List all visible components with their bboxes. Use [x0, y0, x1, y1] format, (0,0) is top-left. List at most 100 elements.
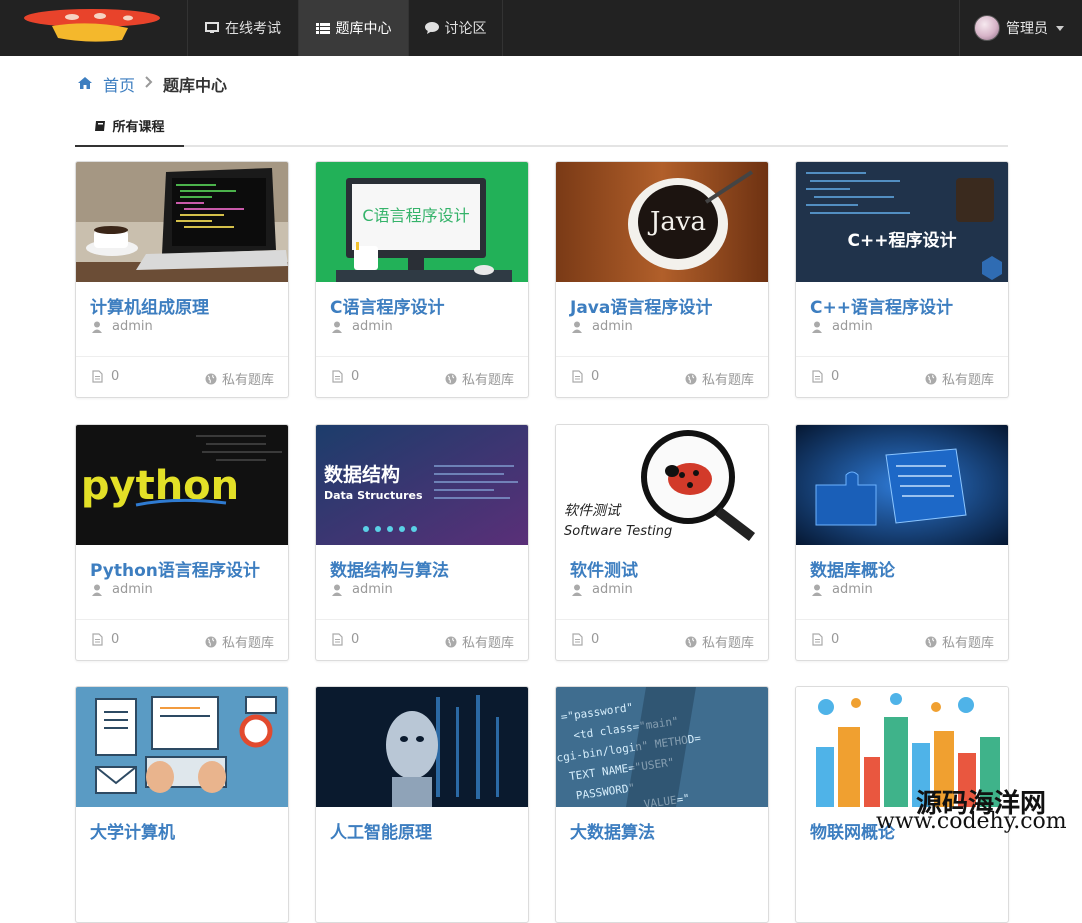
user-icon	[92, 584, 102, 596]
top-navbar: 在线考试 题库中心 讨论区 管理员	[0, 0, 1082, 56]
course-thumbnail: 软件测试 Software Testing	[556, 425, 768, 545]
user-icon	[812, 584, 822, 596]
course-author: admin	[92, 319, 153, 334]
access-label: 私有题库	[925, 369, 994, 388]
nav-item-label: 在线考试	[225, 21, 281, 37]
course-thumbnail: python	[76, 425, 288, 545]
user-name: 管理员	[1006, 21, 1048, 37]
author-name: admin	[112, 319, 153, 334]
course-card[interactable]: 大学计算机	[75, 686, 289, 923]
user-icon	[812, 321, 822, 333]
course-card[interactable]: C++程序设计 C++语言程序设计 admin 0 私有题库	[795, 161, 1009, 398]
author-name: admin	[352, 582, 393, 597]
course-thumbnail: Java	[556, 162, 768, 282]
course-card[interactable]: 数据结构 Data Structures 数据结构与算法 admin 0 私有题…	[315, 424, 529, 661]
breadcrumb: 首页 题库中心	[77, 72, 227, 96]
site-watermark: 源码海洋网 www.codehy.com	[876, 783, 1082, 839]
count-value: 0	[831, 632, 840, 647]
nav-item-forum[interactable]: 讨论区	[408, 0, 503, 56]
chat-bubble-icon	[424, 22, 439, 34]
thumb-caption: C++程序设计	[848, 230, 957, 251]
course-thumbnail	[76, 687, 288, 807]
course-title[interactable]: 大数据算法	[570, 818, 655, 843]
course-author: admin	[572, 319, 633, 334]
list-icon	[315, 22, 330, 34]
course-title[interactable]: Python语言程序设计	[90, 556, 260, 581]
question-count: 0	[812, 369, 839, 384]
access-label: 私有题库	[445, 369, 514, 388]
avatar	[974, 15, 1000, 41]
question-count: 0	[92, 369, 119, 384]
book-icon	[94, 120, 106, 132]
card-footer: 0 私有题库	[316, 619, 528, 660]
author-name: admin	[832, 582, 873, 597]
course-card[interactable]: 人工智能原理	[315, 686, 529, 923]
document-icon	[572, 370, 583, 383]
question-count: 0	[812, 632, 839, 647]
course-title[interactable]: 软件测试	[570, 556, 638, 581]
chevron-right-icon	[145, 76, 153, 92]
access-text: 私有题库	[941, 373, 994, 388]
card-footer: 0 私有题库	[556, 356, 768, 397]
globe-icon	[685, 373, 697, 385]
course-card[interactable]: 计算机组成原理 admin 0 私有题库	[75, 161, 289, 398]
tab-all-courses[interactable]: 所有课程	[75, 106, 184, 147]
course-thumbnail: C++程序设计	[796, 162, 1008, 282]
course-title[interactable]: 数据结构与算法	[330, 556, 449, 581]
thumb-subcaption: Data Structures	[324, 489, 423, 502]
course-title[interactable]: 数据库概论	[810, 556, 895, 581]
thumb-subcaption: Software Testing	[564, 524, 672, 539]
course-title[interactable]: C语言程序设计	[330, 293, 444, 318]
card-footer: 0 私有题库	[556, 619, 768, 660]
course-author: admin	[332, 582, 393, 597]
nav-item-online-exam[interactable]: 在线考试	[187, 0, 298, 56]
access-text: 私有题库	[701, 373, 754, 388]
course-card[interactable]: C语言程序设计 C语言程序设计 admin 0 私有题库	[315, 161, 529, 398]
user-icon	[92, 321, 102, 333]
access-label: 私有题库	[685, 369, 754, 388]
document-icon	[332, 370, 343, 383]
card-footer: 0 私有题库	[76, 619, 288, 660]
globe-icon	[685, 636, 697, 648]
author-name: admin	[592, 319, 633, 334]
monitor-icon	[205, 22, 219, 34]
access-label: 私有题库	[685, 632, 754, 651]
document-icon	[572, 633, 583, 646]
document-icon	[812, 370, 823, 383]
course-title[interactable]: 计算机组成原理	[90, 293, 209, 318]
nav-item-label: 题库中心	[335, 21, 392, 37]
course-thumbnail	[316, 687, 528, 807]
course-author: admin	[572, 582, 633, 597]
course-thumbnail: 数据结构 Data Structures	[316, 425, 528, 545]
course-author: admin	[812, 319, 873, 334]
user-menu[interactable]: 管理员	[959, 0, 1071, 56]
course-tabs: 所有课程	[75, 106, 1008, 147]
count-value: 0	[351, 632, 360, 647]
author-name: admin	[112, 582, 153, 597]
course-title[interactable]: C++语言程序设计	[810, 293, 953, 318]
nav-item-label: 讨论区	[444, 21, 487, 37]
course-title[interactable]: 大学计算机	[90, 818, 175, 843]
course-title[interactable]: 人工智能原理	[330, 818, 432, 843]
access-text: 私有题库	[941, 636, 994, 651]
question-count: 0	[92, 632, 119, 647]
course-card[interactable]: Java Java语言程序设计 admin 0 私有题库	[555, 161, 769, 398]
course-card[interactable]: python Python语言程序设计 admin 0 私有题库	[75, 424, 289, 661]
course-card[interactable]: 数据库概论 admin 0 私有题库	[795, 424, 1009, 661]
access-label: 私有题库	[445, 632, 514, 651]
thumb-caption: Java	[647, 207, 706, 237]
course-card[interactable]: 软件测试 Software Testing 软件测试 admin 0 私有题库	[555, 424, 769, 661]
document-icon	[332, 633, 343, 646]
course-card[interactable]: ="password" <td class="main" cgi-bin/log…	[555, 686, 769, 923]
count-value: 0	[591, 369, 600, 384]
nav-item-question-bank[interactable]: 题库中心	[298, 0, 408, 56]
globe-icon	[445, 373, 457, 385]
course-thumbnail: C语言程序设计	[316, 162, 528, 282]
document-icon	[812, 633, 823, 646]
breadcrumb-home-link[interactable]: 首页	[103, 72, 135, 96]
logo[interactable]	[0, 0, 187, 56]
count-value: 0	[831, 369, 840, 384]
course-title[interactable]: Java语言程序设计	[570, 293, 712, 318]
user-icon	[332, 321, 342, 333]
access-label: 私有题库	[205, 369, 274, 388]
